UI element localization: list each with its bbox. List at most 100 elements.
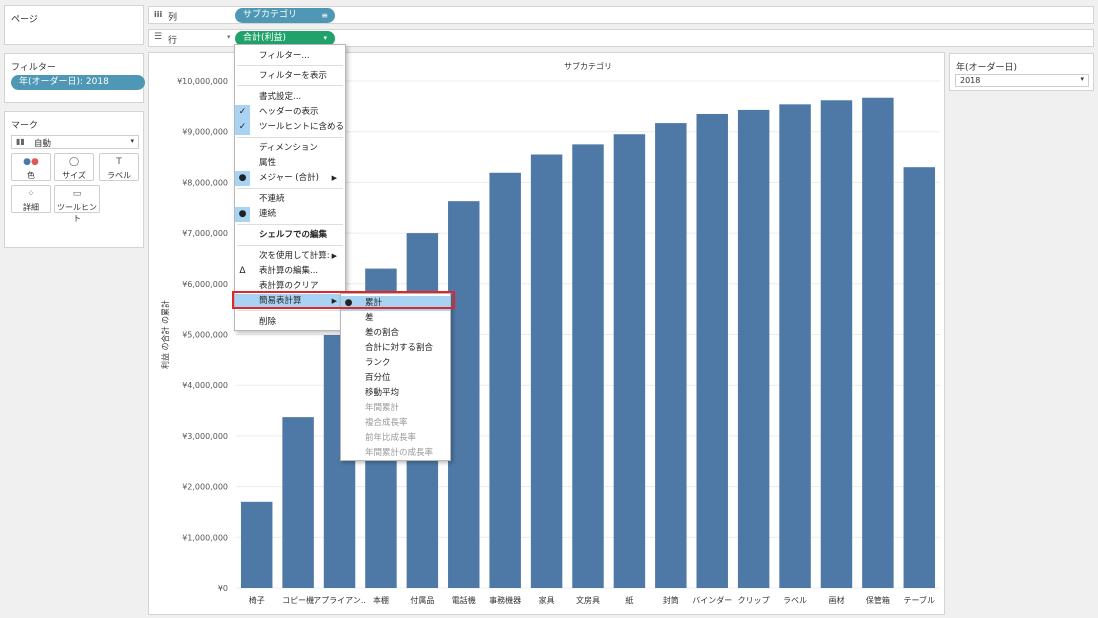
submenu-item-label: 移動平均 [365,388,400,398]
y-tick-label: ¥0 [218,584,228,593]
context-menu-item[interactable]: シェルフでの編集 [235,228,345,243]
bar[interactable] [903,167,936,588]
shelf-dropdown-icon[interactable]: ▾ [227,33,231,41]
tooltip-icon: ▭ [72,189,82,199]
submenu-item[interactable]: 年間累計の成長率 [341,446,450,461]
context-menu-item[interactable]: 属性 [235,156,345,171]
quick-table-calc-submenu: ● 累計差差の割合 合計に対する割合 ランク 百分位 移動平均 年間累計 複合成長率 前年比成長… [340,293,451,461]
submenu-item[interactable]: 年間累計 [341,401,450,416]
delta-icon: Δ [239,266,246,276]
context-menu-item[interactable]: ● 連続 [235,207,345,222]
columns-shelf[interactable]: iii 列 サブカテゴリ ≡ [148,6,1094,24]
x-tick-label: コピー機 [282,595,314,605]
menu-separator [237,65,343,66]
x-tick-label: テーブル [904,595,936,605]
year-filter-dropdown[interactable]: 2018 ▾ [955,74,1089,87]
context-menu-item[interactable]: ディメンション [235,141,345,156]
submenu-item[interactable]: 複合成長率 [341,416,450,431]
bar[interactable] [613,134,646,589]
submenu-item-label: 合計に対する割合 [365,343,434,353]
rows-icon: ☰ [154,32,163,42]
menu-separator [237,188,343,189]
detail-icon: ⁘ [27,189,35,199]
chevron-down-icon: ▾ [130,137,134,145]
x-tick-label: バインダー [692,595,732,605]
y-tick-label: ¥3,000,000 [182,432,228,441]
mark-color-button[interactable]: ●● 色 [11,153,51,181]
bar[interactable] [779,104,811,589]
bar[interactable] [448,201,480,588]
marks-type-dropdown[interactable]: ▮▮ 自動 ▾ [11,135,139,149]
submenu-item[interactable]: 百分位 [341,371,450,386]
bar[interactable] [655,123,687,589]
radio-dot-icon: ● [235,171,250,186]
pages-panel: ページ [4,5,144,45]
context-menu-item-label: シェルフでの編集 [259,230,328,240]
bar[interactable] [240,501,273,588]
submenu-item-label: 差の割合 [365,328,400,338]
x-tick-label: 封筒 [663,595,679,605]
context-menu-item[interactable]: 書式設定... [235,90,345,105]
columns-pill-subcategory[interactable]: サブカテゴリ ≡ [235,8,335,23]
context-menu-item[interactable]: 削除 [235,315,345,330]
y-tick-label: ¥2,000,000 [182,483,228,492]
mark-color-label: 色 [27,171,35,180]
mark-detail-label: 詳細 [23,203,39,212]
context-menu-item-label: 連続 [259,209,277,219]
x-tick-label: ラベル [783,596,807,605]
submenu-item[interactable]: 移動平均 [341,386,450,401]
bar[interactable] [737,109,770,589]
year-filter-value: 2018 [960,76,981,85]
submenu-item[interactable]: 前年比成長率 [341,431,450,446]
mark-label-button[interactable]: T ラベル [99,153,139,181]
rows-shelf-label: 行 [168,36,178,46]
mark-tooltip-label: ツールヒント [57,203,97,223]
bar[interactable] [530,154,563,588]
context-menu-item-label: ツールヒントに含める [259,122,345,132]
y-tick-label: ¥4,000,000 [182,381,228,390]
context-menu-item-label: 削除 [259,317,277,327]
checkmark-icon: ✓ [235,120,250,135]
columns-pill-label: サブカテゴリ [243,10,298,20]
bar[interactable] [862,97,894,588]
submenu-item[interactable]: 合計に対する割合 [341,341,450,356]
x-tick-label: 文房具 [576,595,600,605]
context-menu-item[interactable]: ✓ ヘッダーの表示 [235,105,345,120]
mark-detail-button[interactable]: ⁘ 詳細 [11,185,51,213]
chevron-right-icon: ▶ [331,174,337,182]
context-menu-item-label: フィルターを表示 [259,71,327,81]
context-menu-item[interactable]: Δ 表計算の編集... [235,264,345,279]
context-menu-item[interactable]: ● メジャー (合計) ▶ [235,171,345,186]
y-tick-label: ¥9,000,000 [182,128,228,137]
bar[interactable] [820,100,853,589]
size-icon: ◯ [68,157,80,167]
context-menu-item[interactable]: フィルター... [235,49,345,64]
chevron-down-icon: ▾ [1080,75,1084,83]
submenu-item[interactable]: 差 [341,311,450,326]
context-menu-item[interactable]: ✓ ツールヒントに含める [235,120,345,135]
y-tick-label: ¥10,000,000 [177,77,228,86]
filter-pill-order-year[interactable]: 年(オーダー日): 2018 [11,75,145,90]
columns-icon: iii [154,10,163,19]
context-menu-item-label: 次を使用して計算: [259,251,330,261]
submenu-item-label: 複合成長率 [365,418,408,428]
menu-separator [237,310,343,311]
bar[interactable] [572,144,604,588]
submenu-item-label: 前年比成長率 [365,433,417,443]
x-tick-label: 保管箱 [866,595,890,605]
marks-panel: マーク ▮▮ 自動 ▾ ●● 色 ◯ サイズ T ラベル ⁘ 詳細 ▭ ツールヒ… [4,111,144,248]
bar-chart-icon: ▮▮ [16,137,25,146]
context-menu-item-label: 書式設定... [259,92,302,102]
submenu-item[interactable]: 差の割合 [341,326,450,341]
bar[interactable] [282,417,314,588]
mark-tooltip-button[interactable]: ▭ ツールヒント [54,185,100,223]
chart-title: サブカテゴリ [564,61,612,71]
context-menu-item[interactable]: フィルターを表示 [235,69,345,84]
marks-type-value: 自動 [34,139,52,149]
context-menu-item[interactable]: 不連続 [235,192,345,207]
mark-size-button[interactable]: ◯ サイズ [54,153,94,181]
context-menu-item[interactable]: 次を使用して計算: ▶ [235,249,345,264]
submenu-item[interactable]: ランク [341,356,450,371]
bar[interactable] [489,172,521,588]
bar[interactable] [696,113,728,588]
